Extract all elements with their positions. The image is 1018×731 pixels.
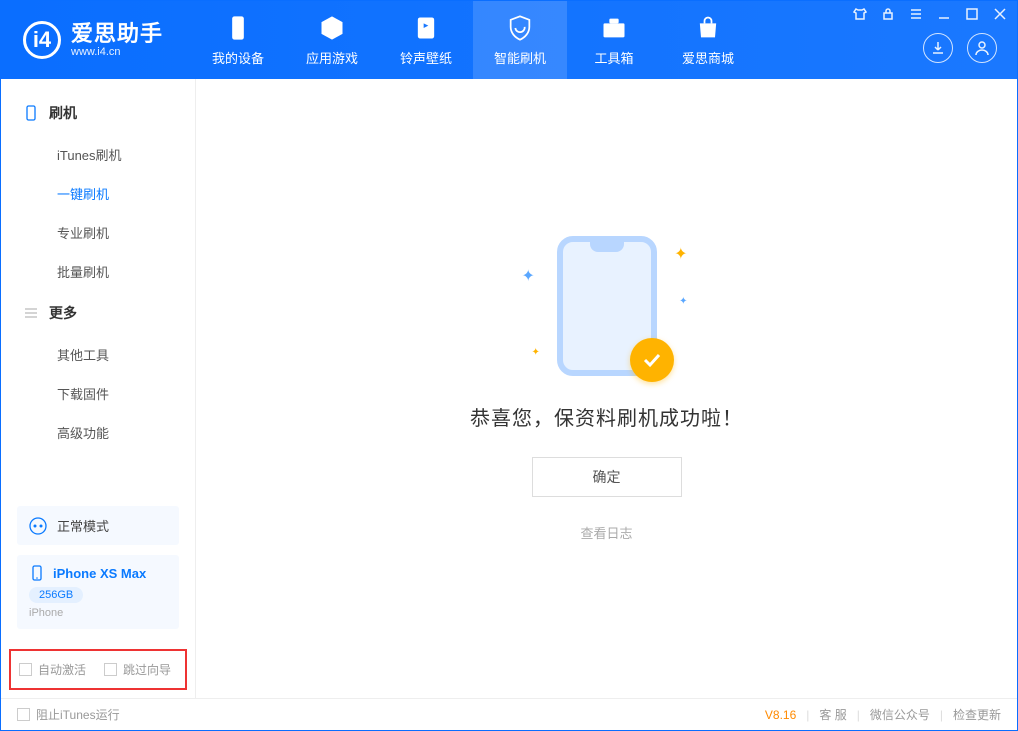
device-card[interactable]: iPhone XS Max 256GB iPhone	[17, 555, 179, 629]
sidebar-group-label: 更多	[49, 303, 77, 323]
sidebar-item-itunes-flash[interactable]: iTunes刷机	[1, 135, 195, 174]
support-link[interactable]: 客 服	[819, 706, 846, 723]
success-message: 恭喜您，保资料刷机成功啦！	[470, 402, 743, 431]
separator: |	[940, 708, 943, 722]
flash-options-highlight: 自动激活 跳过向导	[9, 649, 187, 690]
view-log-link[interactable]: 查看日志	[580, 523, 632, 542]
checkbox-label: 阻止iTunes运行	[36, 706, 120, 723]
music-icon	[412, 14, 440, 42]
statusbar: 阻止iTunes运行 V8.16 | 客 服 | 微信公众号 | 检查更新	[1, 698, 1017, 730]
window-controls	[853, 7, 1007, 21]
toolbox-icon	[600, 14, 628, 42]
header-actions	[923, 33, 997, 63]
checkbox-skip-guide[interactable]: 跳过向导	[104, 661, 171, 678]
separator: |	[857, 708, 860, 722]
version-label: V8.16	[765, 708, 796, 722]
sidebar-item-oneclick-flash[interactable]: 一键刷机	[1, 174, 195, 213]
user-icon[interactable]	[967, 33, 997, 63]
device-name: iPhone XS Max	[53, 566, 146, 581]
lock-icon[interactable]	[881, 7, 895, 21]
tab-flash[interactable]: 智能刷机	[473, 1, 567, 79]
sidebar-item-pro-flash[interactable]: 专业刷机	[1, 213, 195, 252]
separator: |	[806, 708, 809, 722]
check-update-link[interactable]: 检查更新	[953, 706, 1001, 723]
bag-icon	[694, 14, 722, 42]
list-icon	[23, 305, 39, 321]
sidebar-group-flash[interactable]: 刷机	[1, 91, 195, 135]
checkbox-icon	[104, 663, 117, 676]
confirm-button[interactable]: 确定	[532, 457, 682, 497]
device-phone-icon	[29, 565, 45, 581]
device-storage-badge: 256GB	[29, 587, 83, 603]
success-illustration: ✦ ✦ ✦ ✦	[522, 236, 692, 376]
checkbox-auto-activate[interactable]: 自动激活	[19, 661, 86, 678]
tab-label: 铃声壁纸	[400, 48, 452, 67]
minimize-icon[interactable]	[937, 7, 951, 21]
titlebar: i4 爱思助手 www.i4.cn 我的设备 应用游戏 铃声壁纸 智能刷机	[1, 1, 1017, 79]
checkbox-block-itunes[interactable]: 阻止iTunes运行	[17, 706, 120, 723]
sparkle-icon: ✦	[679, 296, 687, 307]
refresh-shield-icon	[506, 14, 534, 42]
phone-notch-icon	[590, 242, 624, 252]
tab-store[interactable]: 爱思商城	[661, 1, 755, 79]
checkbox-label: 跳过向导	[123, 661, 171, 678]
tab-toolbox[interactable]: 工具箱	[567, 1, 661, 79]
sidebar-item-batch-flash[interactable]: 批量刷机	[1, 252, 195, 291]
sidebar-item-firmware[interactable]: 下载固件	[1, 374, 195, 413]
sidebar: 刷机 iTunes刷机 一键刷机 专业刷机 批量刷机 更多 其他工具 下载固件 …	[1, 79, 196, 698]
checkbox-icon	[17, 708, 30, 721]
device-mode-card[interactable]: 正常模式	[17, 506, 179, 545]
checkbox-label: 自动激活	[38, 661, 86, 678]
maximize-icon[interactable]	[965, 7, 979, 21]
sidebar-item-advanced[interactable]: 高级功能	[1, 413, 195, 452]
app-logo: i4 爱思助手 www.i4.cn	[1, 1, 191, 79]
tab-label: 我的设备	[212, 48, 264, 67]
mode-dots-icon	[29, 517, 47, 535]
tab-my-device[interactable]: 我的设备	[191, 1, 285, 79]
device-type: iPhone	[29, 607, 167, 619]
sparkle-icon: ✦	[532, 347, 540, 358]
cube-icon	[318, 14, 346, 42]
close-icon[interactable]	[993, 7, 1007, 21]
sidebar-item-other-tools[interactable]: 其他工具	[1, 335, 195, 374]
sidebar-group-more[interactable]: 更多	[1, 291, 195, 335]
tab-label: 智能刷机	[494, 48, 546, 67]
app-url: www.i4.cn	[71, 46, 163, 58]
phone-icon	[224, 14, 252, 42]
checkbox-icon	[19, 663, 32, 676]
download-icon[interactable]	[923, 33, 953, 63]
tab-apps[interactable]: 应用游戏	[285, 1, 379, 79]
tab-label: 爱思商城	[682, 48, 734, 67]
phone-outline-icon	[23, 105, 39, 121]
shirt-icon[interactable]	[853, 7, 867, 21]
tab-ringtone[interactable]: 铃声壁纸	[379, 1, 473, 79]
sparkle-icon: ✦	[522, 266, 535, 286]
main-content: ✦ ✦ ✦ ✦ 恭喜您，保资料刷机成功啦！ 确定 查看日志	[196, 79, 1017, 698]
logo-icon: i4	[23, 21, 61, 59]
wechat-link[interactable]: 微信公众号	[870, 706, 930, 723]
main-tabs: 我的设备 应用游戏 铃声壁纸 智能刷机 工具箱 爱思商城	[191, 1, 755, 79]
body: 刷机 iTunes刷机 一键刷机 专业刷机 批量刷机 更多 其他工具 下载固件 …	[1, 79, 1017, 698]
tab-label: 工具箱	[594, 48, 633, 67]
sidebar-device-block: 正常模式 iPhone XS Max 256GB iPhone	[1, 496, 195, 641]
app-window: i4 爱思助手 www.i4.cn 我的设备 应用游戏 铃声壁纸 智能刷机	[0, 0, 1018, 731]
success-check-icon	[630, 338, 674, 382]
tab-label: 应用游戏	[306, 48, 358, 67]
sidebar-group-label: 刷机	[49, 103, 77, 123]
app-name: 爱思助手	[71, 22, 163, 46]
sparkle-icon: ✦	[674, 244, 687, 264]
menu-icon[interactable]	[909, 7, 923, 21]
device-mode-label: 正常模式	[57, 516, 109, 535]
